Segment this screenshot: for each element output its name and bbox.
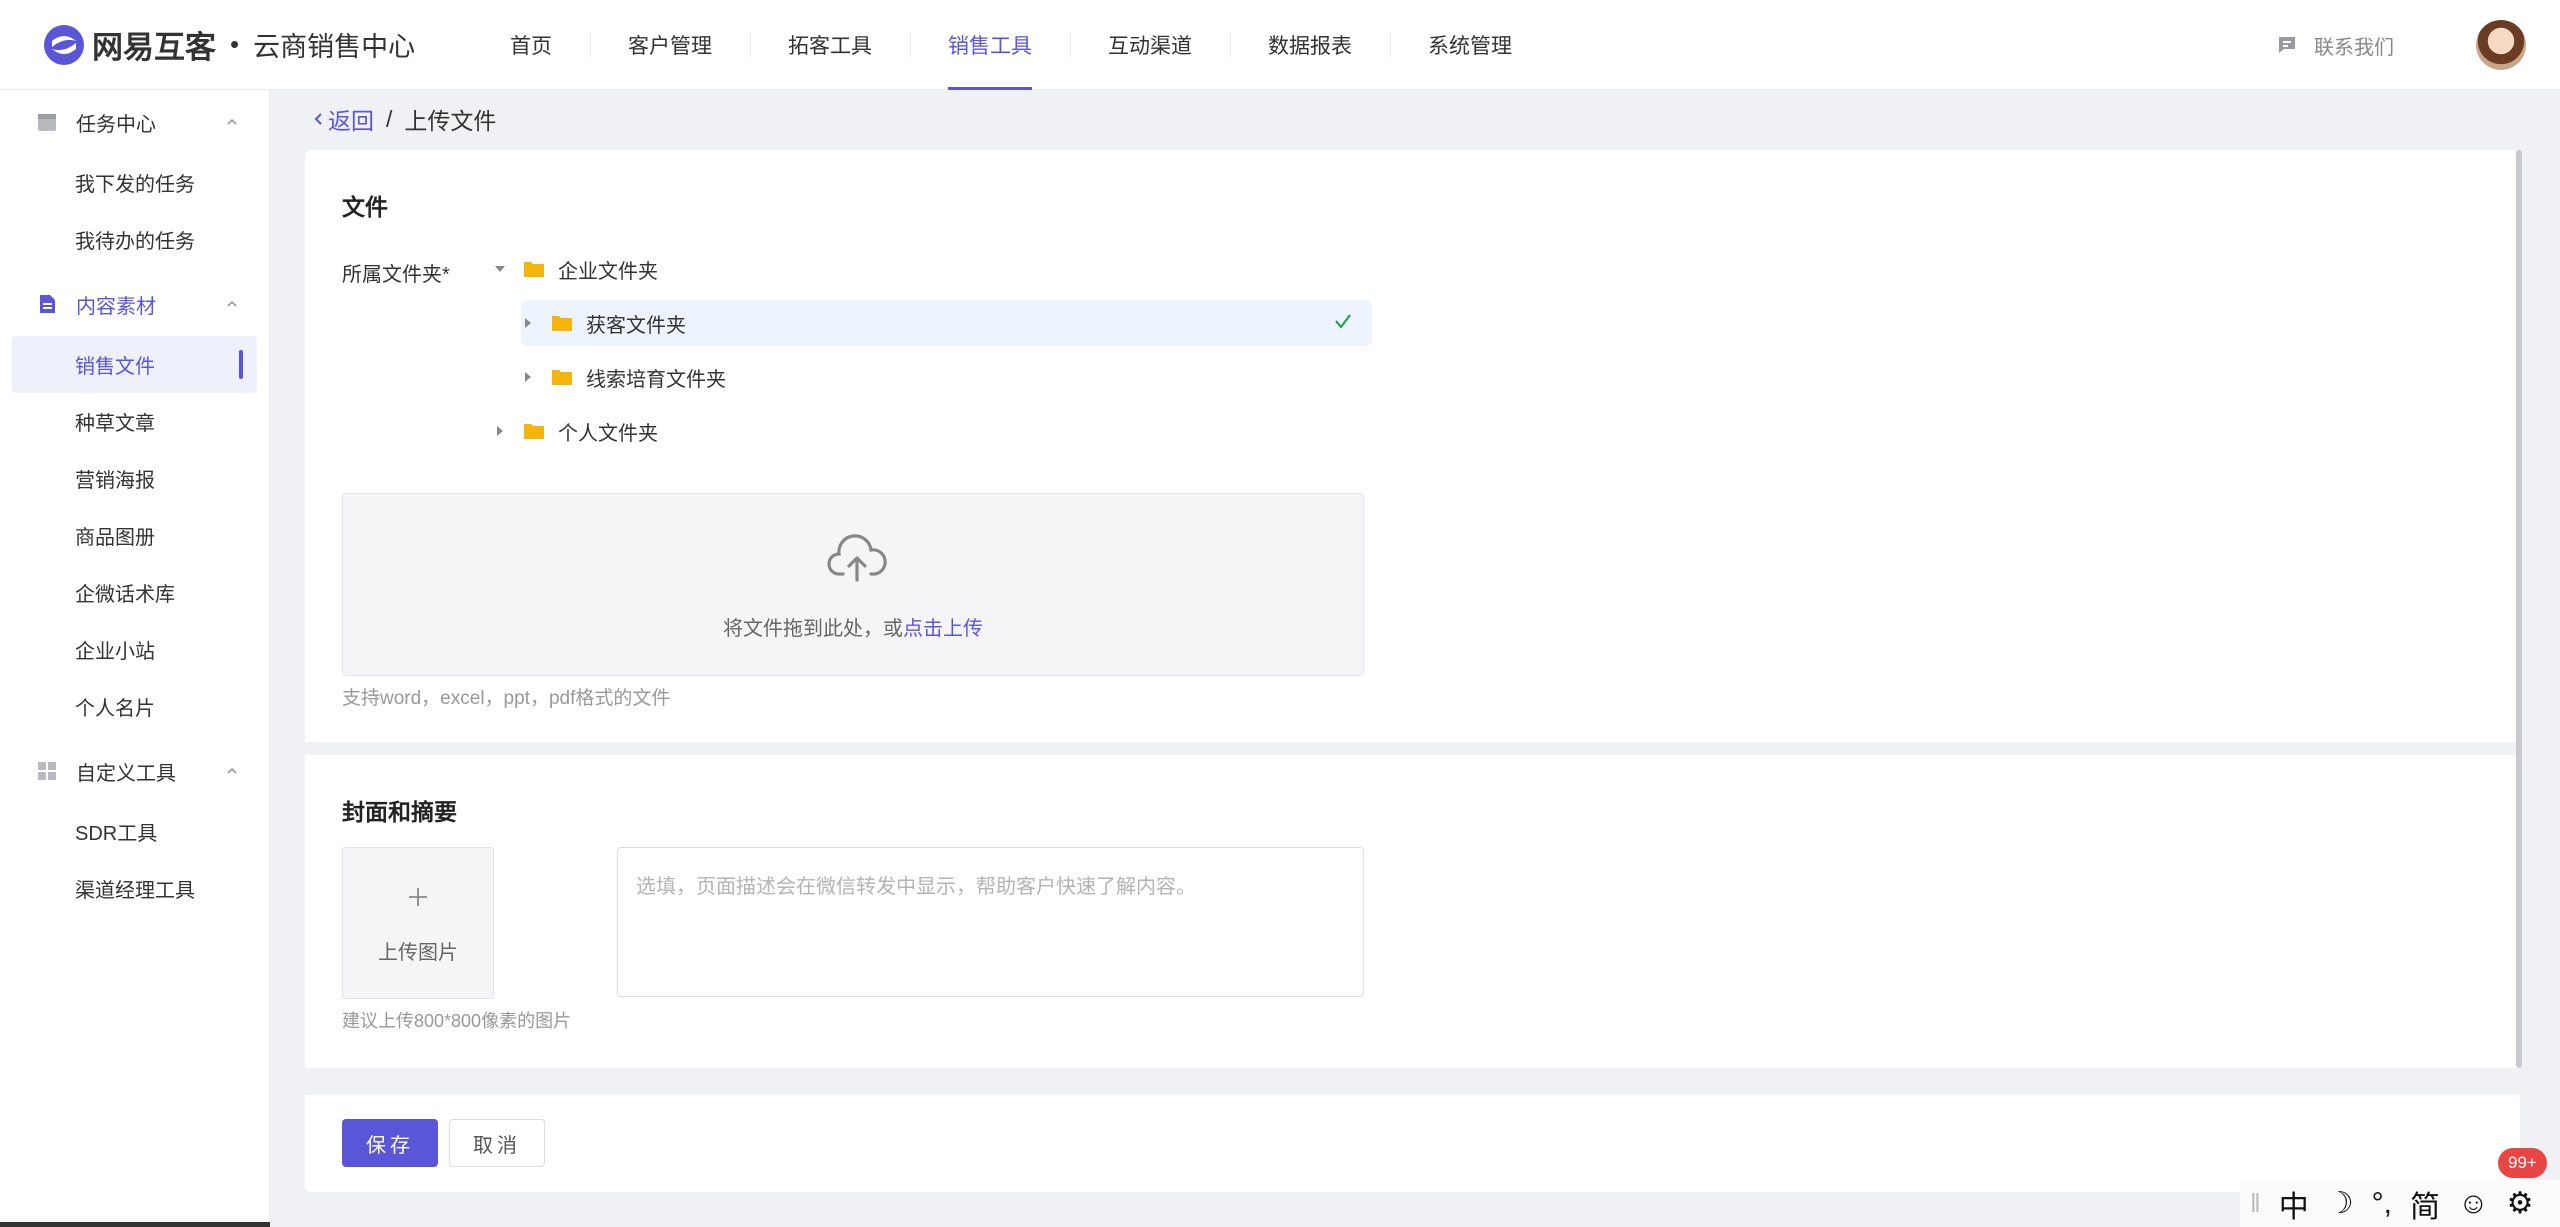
cancel-button[interactable]: 取消 [449,1119,545,1167]
file-format-hint: 支持word，excel，ppt，pdf格式的文件 [342,688,671,709]
dropzone-text: 将文件拖到此处，或点击上传 [343,612,1363,641]
file-section: 文件 所属文件夹* 企业文件夹 获客文件夹 线索培育文件夹 个人文件夹 将文件拖… [305,150,2520,742]
sidebar-group-label: 任务中心 [76,113,156,136]
brand[interactable]: 网易互客 • 云商销售中心 [42,22,462,67]
back-link[interactable]: 返回 [312,102,374,136]
cloud-upload-icon [827,534,887,582]
ime-toolbar: ‖ 中 ☽ °, 简 ☺ ⚙ [2240,1180,2560,1227]
checkmark-icon [1335,314,1351,329]
caret-right-icon [525,318,531,328]
sidebar-item-my-todo-tasks[interactable]: 我待办的任务 [0,211,269,268]
ime-mode-toggle[interactable]: 中 [2279,1182,2309,1226]
contact-us-label: 联系我们 [2314,36,2394,59]
sidebar-item-business-card[interactable]: 个人名片 [0,678,269,735]
breadcrumb-current: 上传文件 [404,108,497,134]
cover-image-upload[interactable]: 上传图片 [342,847,494,999]
nav-item-sales-tools[interactable]: 销售工具 [910,0,1070,90]
sidebar-group-custom-tools[interactable]: 自定义工具 [0,739,269,803]
chevron-up-icon [227,300,237,307]
folder-field-label: 所属文件夹* [342,264,450,286]
caret-down-icon [495,266,505,272]
sidebar-item-articles[interactable]: 种草文章 [0,393,269,450]
tree-node-label: 线索培育文件夹 [586,368,726,391]
grid-icon [38,762,56,780]
nav-item-channels[interactable]: 互动渠道 [1070,0,1230,90]
dropzone-instruction: 将文件拖到此处，或 [723,618,903,640]
top-navbar: 网易互客 • 云商销售中心 首页 客户管理 拓客工具 销售工具 互动渠道 数据报… [0,0,2560,90]
contact-us-link[interactable]: 联系我们 [2276,0,2394,90]
punctuation-toggle[interactable]: °, [2372,1187,2392,1221]
tree-node-acquisition-folder[interactable]: 获客文件夹 [521,300,1372,346]
sidebar-item-posters[interactable]: 营销海报 [0,450,269,507]
tree-node-label: 获客文件夹 [586,314,686,337]
bottom-edge [0,1222,270,1227]
cover-summary-section: 封面和摘要 上传图片 建议上传800*800像素的图片 [305,755,2520,1068]
emoji-icon[interactable]: ☺ [2458,1187,2489,1221]
tree-node-label: 个人文件夹 [558,422,658,445]
tree-node-personal-folder[interactable]: 个人文件夹 [493,408,658,454]
sidebar-group-content[interactable]: 内容素材 [0,272,269,336]
gear-icon[interactable]: ⚙ [2507,1186,2534,1221]
sidebar-item-mini-site[interactable]: 企业小站 [0,621,269,678]
image-size-hint: 建议上传800*800像素的图片 [342,1011,572,1031]
sidebar-item-channel-manager-tool[interactable]: 渠道经理工具 [0,860,269,917]
notification-badge[interactable]: 99+ [2498,1148,2547,1178]
chevron-up-icon [227,767,237,774]
sidebar-item-sdr-tool[interactable]: SDR工具 [0,803,269,860]
brand-logo-icon [44,24,84,65]
user-avatar[interactable] [2476,20,2526,70]
nav-item-home[interactable]: 首页 [472,0,590,90]
ime-drag-handle[interactable]: ‖ [2250,1188,2261,1219]
document-icon [40,295,55,313]
nav-item-customers[interactable]: 客户管理 [590,0,750,90]
sidebar: 任务中心 我下发的任务 我待办的任务 内容素材 销售文件 种草文章 营销海报 商… [0,90,270,1227]
description-input[interactable] [617,847,1364,997]
sidebar-group-tasks[interactable]: 任务中心 [0,90,269,154]
chevron-left-icon [314,113,322,125]
tree-node-lead-nurture-folder[interactable]: 线索培育文件夹 [521,354,726,400]
file-dropzone[interactable]: 将文件拖到此处，或点击上传 [342,493,1364,676]
caret-right-icon [525,372,531,382]
moon-icon[interactable]: ☽ [2327,1186,2354,1221]
upload-image-label: 上传图片 [378,942,458,964]
sidebar-item-sales-files[interactable]: 销售文件 [12,336,257,393]
nav-item-reports[interactable]: 数据报表 [1230,0,1390,90]
cover-section-title: 封面和摘要 [342,799,457,825]
script-toggle[interactable]: 简 [2410,1182,2440,1226]
tree-node-enterprise-folder[interactable]: 企业文件夹 [493,246,658,292]
sidebar-group-label: 内容素材 [76,295,156,318]
folder-icon [552,370,572,385]
file-section-title: 文件 [342,194,388,220]
calendar-icon [38,114,56,131]
chevron-up-icon [227,118,237,125]
sidebar-item-product-album[interactable]: 商品图册 [0,507,269,564]
brand-subtitle: 云商销售中心 [253,32,416,62]
sidebar-item-scripts[interactable]: 企微话术库 [0,564,269,621]
main-nav: 首页 客户管理 拓客工具 销售工具 互动渠道 数据报表 系统管理 [472,0,1550,90]
plus-icon [409,888,427,906]
tree-node-label: 企业文件夹 [558,260,658,283]
sidebar-item-my-assigned-tasks[interactable]: 我下发的任务 [0,154,269,211]
nav-item-system[interactable]: 系统管理 [1390,0,1550,90]
brand-separator: • [230,29,240,59]
caret-right-icon [497,426,503,436]
back-label: 返回 [328,108,374,134]
folder-icon [524,424,544,439]
click-upload-link[interactable]: 点击上传 [903,618,983,640]
breadcrumb: 返回 / 上传文件 [312,104,496,134]
folder-icon [552,316,572,331]
sidebar-group-label: 自定义工具 [76,762,176,785]
brand-name: 网易互客 [92,30,216,65]
folder-icon [524,262,544,277]
action-bar: 保存 取消 [305,1095,2520,1192]
content-scrollbar[interactable] [2516,150,2522,1068]
chat-bubble-icon [2279,37,2295,53]
breadcrumb-separator: / [386,105,393,132]
nav-item-acquisition-tools[interactable]: 拓客工具 [750,0,910,90]
save-button[interactable]: 保存 [342,1119,438,1167]
